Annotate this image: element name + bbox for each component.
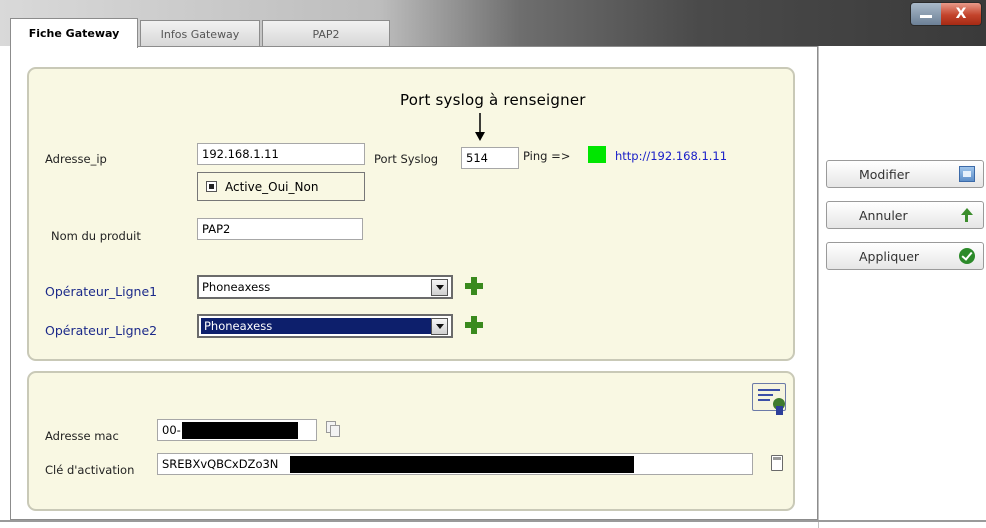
tab-bar: Fiche Gateway Infos Gateway PAP2 [10, 18, 392, 48]
syslog-label: Port Syslog [374, 152, 439, 166]
mac-address-input[interactable]: 00-1 [157, 419, 317, 441]
product-label: Nom du produit [51, 229, 141, 243]
tab-pap2[interactable]: PAP2 [262, 20, 390, 47]
action-panel [818, 46, 986, 528]
apply-button-label: Appliquer [859, 248, 920, 264]
gateway-http-link[interactable]: http://192.168.1.11 [615, 149, 727, 163]
annotation-arrow [475, 113, 485, 141]
form-area: Port syslog à renseigner Adresse_ip 192.… [10, 46, 818, 520]
product-name-input[interactable]: PAP2 [197, 218, 363, 240]
active-checkbox[interactable] [206, 181, 217, 192]
active-checkbox-label: Active_Oui_Non [225, 179, 319, 194]
add-operator-line1-icon[interactable] [465, 277, 483, 295]
close-button[interactable]: X [941, 3, 981, 25]
ip-label: Adresse_ip [45, 152, 107, 166]
bottom-border [0, 520, 986, 522]
modify-button[interactable]: Modifier [826, 160, 984, 188]
operator-line2-label: Opérateur_Ligne2 [45, 323, 158, 338]
operator-line1-select[interactable]: Phoneaxess [197, 275, 453, 299]
certificate-icon [752, 383, 786, 415]
active-checkbox-frame: Active_Oui_Non [197, 172, 365, 201]
tab-fiche-gateway[interactable]: Fiche Gateway [10, 18, 138, 48]
tab-infos-gateway[interactable]: Infos Gateway [140, 20, 260, 47]
mac-label: Adresse mac [45, 429, 119, 443]
window-controls: X [910, 2, 982, 26]
license-group: Adresse mac 00-1 Clé d'activation SREBXv… [27, 371, 795, 511]
activation-key-input[interactable]: SREBXvQBCxDZo3N [157, 453, 753, 475]
activation-key-label: Clé d'activation [45, 463, 135, 477]
modify-button-label: Modifier [859, 166, 910, 182]
edit-icon [959, 166, 975, 182]
chevron-down-icon[interactable] [431, 317, 448, 335]
ip-input[interactable]: 192.168.1.11 [197, 143, 365, 165]
cancel-button-label: Annuler [859, 207, 908, 223]
copy-icon[interactable] [326, 421, 340, 437]
cancel-button[interactable]: Annuler [826, 201, 984, 229]
redaction-mac [182, 422, 298, 439]
operator-line2-select[interactable]: Phoneaxess [197, 314, 453, 338]
operator-line2-value: Phoneaxess [201, 318, 431, 334]
document-icon[interactable] [771, 455, 783, 471]
undo-arrow-icon [959, 207, 975, 223]
check-icon [959, 248, 975, 264]
activation-key-value: SREBXvQBCxDZo3N [162, 457, 279, 471]
gateway-settings-group: Port syslog à renseigner Adresse_ip 192.… [27, 67, 795, 361]
syslog-port-input[interactable]: 514 [461, 147, 519, 169]
apply-button[interactable]: Appliquer [826, 242, 984, 270]
left-edge [0, 46, 10, 528]
redaction-key [290, 456, 634, 473]
chevron-down-icon[interactable] [431, 278, 448, 296]
ping-label: Ping => [523, 149, 571, 163]
minimize-button[interactable] [911, 3, 941, 25]
add-operator-line2-icon[interactable] [465, 316, 483, 334]
operator-line1-value: Phoneaxess [202, 280, 271, 294]
ping-status-indicator [588, 146, 606, 163]
minimize-icon [920, 15, 932, 18]
syslog-annotation: Port syslog à renseigner [400, 91, 586, 109]
operator-line1-label: Opérateur_Ligne1 [45, 284, 158, 299]
